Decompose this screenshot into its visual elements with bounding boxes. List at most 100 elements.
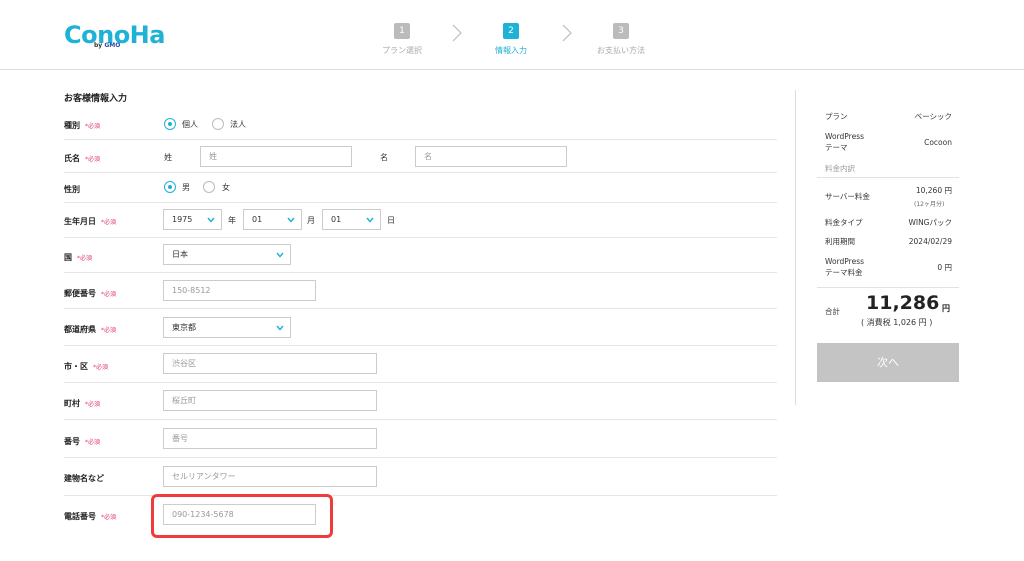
row-type: 種別 *必須 個人 法人 [64, 108, 777, 140]
address-number-input[interactable]: 番号 [163, 428, 377, 449]
required-mark: *必須 [85, 156, 101, 163]
row-town: 町村 *必須 桜丘町 [64, 383, 777, 420]
step-number: 1 [394, 23, 410, 39]
required-mark: *必須 [101, 514, 117, 521]
label-text: 市・区 [64, 362, 88, 371]
last-name-label: 姓 [164, 153, 172, 162]
first-name-label: 名 [380, 153, 388, 162]
last-name-input[interactable]: 姓 [200, 146, 352, 167]
summary-theme-value: Cocoon [924, 138, 952, 147]
label-text: 郵便番号 [64, 289, 96, 298]
row-building: 建物名など セルリアンタワー [64, 458, 777, 496]
row-gender: 性別 男 女 [64, 173, 777, 203]
radio-label-female: 女 [222, 183, 230, 192]
radio-label-corporate: 法人 [230, 120, 246, 129]
required-mark: *必須 [77, 255, 93, 262]
row-number: 番号 *必須 番号 [64, 420, 777, 458]
summary-theme-label: WordPress テーマ [825, 131, 864, 153]
postal-code-input[interactable]: 150-8512 [163, 280, 316, 301]
next-button[interactable]: 次へ [817, 343, 959, 382]
logo-sub-brand: GMO [104, 42, 121, 49]
radio-female[interactable] [203, 181, 215, 193]
step-label: お支払い方法 [597, 46, 645, 55]
summary-divider-line [817, 287, 959, 288]
label-text: 種別 [64, 121, 80, 130]
prefecture-select[interactable]: 東京都 [163, 317, 291, 338]
radio-individual[interactable] [164, 118, 176, 130]
phone-highlight-box [151, 494, 333, 538]
conoha-logo[interactable]: ConoHa by GMO [64, 20, 165, 52]
step-number: 2 [503, 23, 519, 39]
required-mark: *必須 [101, 291, 117, 298]
city-input[interactable]: 渋谷区 [163, 353, 377, 374]
form-title: お客様情報入力 [64, 94, 128, 104]
row-birthday: 生年月日 *必須 1975 年 01 月 01 日 [64, 203, 777, 238]
step-label: 情報入力 [495, 46, 527, 55]
birth-day-value: 01 [331, 215, 342, 224]
step-plan-select: 1 プラン選択 [357, 18, 447, 56]
birth-month-select[interactable]: 01 [243, 209, 302, 230]
label-text: 電話番号 [64, 512, 96, 521]
year-unit: 年 [228, 216, 236, 225]
row-city: 市・区 *必須 渋谷区 [64, 346, 777, 383]
birth-month-value: 01 [252, 215, 263, 224]
theme-fee-line2: テーマ料金 [825, 268, 863, 277]
summary-divider [795, 90, 796, 405]
field-label: 生年月日 *必須 [64, 216, 116, 227]
summary-plan-label: プラン [825, 112, 848, 121]
town-input[interactable]: 桜丘町 [163, 390, 377, 411]
country-select[interactable]: 日本 [163, 244, 291, 265]
required-mark: *必須 [85, 123, 101, 130]
prefecture-value: 東京都 [172, 323, 196, 332]
field-label: 建物名など [64, 474, 104, 483]
logo-sub: by GMO [94, 42, 120, 49]
day-unit: 日 [387, 216, 395, 225]
header: ConoHa by GMO 1 プラン選択 2 情報入力 3 お支払い方法 [0, 0, 1024, 70]
radio-label-individual: 個人 [182, 120, 198, 129]
field-label: 町村 *必須 [64, 398, 100, 409]
field-label: 国 *必須 [64, 252, 92, 263]
step-payment: 3 お支払い方法 [576, 18, 666, 56]
month-unit: 月 [307, 216, 315, 225]
summary-server-fee-label: サーバー料金 [825, 192, 870, 201]
summary-total-unit: 円 [942, 304, 950, 313]
radio-label-male: 男 [182, 183, 190, 192]
field-label: 郵便番号 *必須 [64, 288, 116, 299]
label-text: 国 [64, 253, 72, 262]
theme-label-line1: WordPress [825, 132, 865, 141]
chevron-down-icon [276, 325, 284, 331]
chevron-down-icon [276, 252, 284, 258]
first-name-input[interactable]: 名 [415, 146, 567, 167]
summary-server-fee-note: (12ヶ月分) [914, 201, 945, 208]
summary-server-fee-value: 10,260 円 [915, 186, 952, 195]
row-country: 国 *必須 日本 [64, 238, 777, 273]
label-text: 町村 [64, 399, 80, 408]
label-text: 番号 [64, 437, 80, 446]
summary-theme-fee-value: 0 円 [937, 263, 952, 272]
summary-fee-type-value: WINGパック [908, 218, 952, 227]
chevron-right-icon [452, 24, 462, 42]
row-name: 氏名 *必須 姓 姓 名 名 [64, 140, 777, 173]
field-label: 市・区 *必須 [64, 361, 108, 372]
row-prefecture: 都道府県 *必須 東京都 [64, 309, 777, 346]
label-text: 都道府県 [64, 325, 96, 334]
field-label: 性別 [64, 185, 80, 194]
summary-total-label: 合計 [825, 307, 840, 316]
theme-label-line2: テーマ [825, 143, 848, 152]
radio-corporate[interactable] [212, 118, 224, 130]
required-mark: *必須 [101, 219, 117, 226]
building-input[interactable]: セルリアンタワー [163, 466, 377, 487]
summary-period-label: 利用期間 [825, 237, 855, 246]
radio-male[interactable] [164, 181, 176, 193]
summary-tax: ( 消費税 1,026 円 ) [861, 318, 933, 327]
theme-fee-line1: WordPress [825, 257, 865, 266]
summary-period-value: 2024/02/29 [908, 237, 952, 246]
row-postal: 郵便番号 *必須 150-8512 [64, 273, 777, 309]
birth-year-value: 1975 [172, 215, 193, 224]
summary-total-value: 11,286 [866, 292, 940, 314]
summary-theme-fee-label: WordPress テーマ料金 [825, 256, 864, 278]
birth-year-select[interactable]: 1975 [163, 209, 222, 230]
label-text: 氏名 [64, 154, 80, 163]
birth-day-select[interactable]: 01 [322, 209, 381, 230]
required-mark: *必須 [85, 439, 101, 446]
